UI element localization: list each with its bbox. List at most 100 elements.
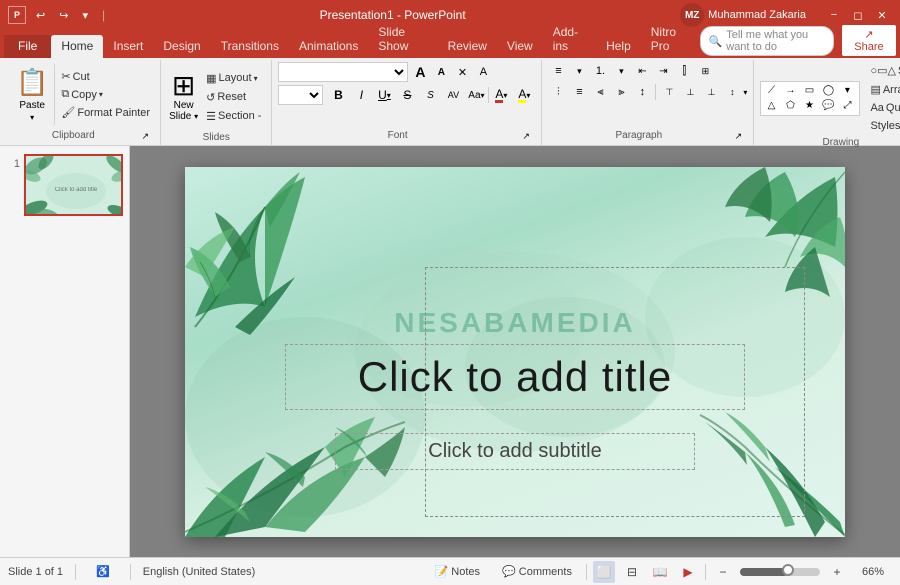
- line-spacing-btn[interactable]: ↕: [722, 83, 742, 101]
- text-direction2-btn[interactable]: ↕: [632, 83, 652, 101]
- tab-transitions[interactable]: Transitions: [211, 35, 289, 58]
- shape-oval[interactable]: ◯: [820, 84, 836, 98]
- title-placeholder-text: Click to add title: [358, 353, 672, 400]
- num-list-btn[interactable]: 1.: [590, 62, 610, 80]
- copy-button[interactable]: ⧉ Copy ▾: [57, 86, 154, 103]
- title-placeholder-box[interactable]: Click to add title: [285, 344, 745, 410]
- align-left-btn[interactable]: ⫶: [548, 83, 568, 101]
- align-bottom-btn[interactable]: ⊥: [701, 83, 721, 101]
- smart-art-btn[interactable]: ⊞: [695, 62, 715, 80]
- shapes-button[interactable]: ○▭△ Shapes: [866, 62, 900, 79]
- tab-view[interactable]: View: [497, 35, 543, 58]
- new-slide-button[interactable]: ⊞ New Slide ▾: [167, 70, 200, 124]
- shape-connector[interactable]: ⤢: [839, 99, 855, 113]
- align-right-btn[interactable]: ⫷: [590, 83, 610, 101]
- tab-file[interactable]: File: [4, 35, 51, 58]
- shape-callout[interactable]: 💬: [820, 99, 836, 113]
- notes-button[interactable]: 📝 Notes: [427, 563, 489, 580]
- highlight-color-button[interactable]: A ▾: [513, 85, 535, 105]
- increase-indent-btn[interactable]: ⇥: [653, 62, 673, 80]
- align-middle-btn[interactable]: ⊥: [680, 83, 700, 101]
- slide-show-btn[interactable]: ▶: [677, 561, 699, 583]
- normal-view-btn[interactable]: ⬜: [593, 561, 615, 583]
- tab-help[interactable]: Help: [596, 35, 641, 58]
- zoom-in-btn[interactable]: +: [826, 561, 848, 583]
- align-center-btn[interactable]: ≡: [569, 83, 589, 101]
- font-size-select[interactable]: [278, 85, 323, 105]
- undo-quick-btn[interactable]: ↩: [32, 7, 49, 24]
- comments-button[interactable]: 💬 Comments: [494, 563, 580, 580]
- clear-format-btn[interactable]: ✕: [452, 63, 472, 81]
- shape-line[interactable]: ⟋: [763, 84, 779, 98]
- tab-home[interactable]: Home: [51, 35, 103, 58]
- increase-font-btn[interactable]: A: [431, 63, 451, 81]
- editing-canvas[interactable]: NESABAMEDIA Click to add title Click to …: [130, 146, 900, 557]
- window-title: Presentation1 - PowerPoint: [105, 8, 680, 22]
- font-name-select[interactable]: [278, 62, 408, 82]
- decrease-indent-btn[interactable]: ⇤: [632, 62, 652, 80]
- section-button[interactable]: ☰ Section -: [202, 108, 265, 125]
- font-dialog-btn[interactable]: ↗: [517, 127, 536, 145]
- quick-styles-button[interactable]: Aa Quick: [866, 100, 900, 116]
- zoom-thumb[interactable]: [782, 564, 794, 576]
- tab-animations[interactable]: Animations: [289, 35, 368, 58]
- shape-arrow[interactable]: →: [782, 84, 798, 98]
- paste-icon: 📋: [16, 67, 48, 98]
- bold-button[interactable]: B: [327, 85, 349, 105]
- zoom-slider[interactable]: [740, 568, 820, 576]
- paragraph-dialog-btn[interactable]: ↗: [729, 127, 747, 145]
- tab-addins[interactable]: Add-ins: [543, 21, 596, 58]
- redo-quick-btn[interactable]: ↪: [55, 7, 72, 24]
- shape-star[interactable]: ★: [801, 99, 817, 113]
- accessibility-btn[interactable]: ♿: [88, 563, 118, 580]
- paste-button[interactable]: 📋 Paste ▾: [10, 63, 55, 126]
- quick-styles2-button[interactable]: Styles ▾: [866, 118, 900, 134]
- minimize-button[interactable]: −: [824, 5, 844, 25]
- shape-triangle[interactable]: △: [763, 99, 779, 113]
- change-case-button[interactable]: Aa▾: [465, 85, 487, 105]
- tab-nitro[interactable]: Nitro Pro: [641, 21, 700, 58]
- format-painter-button[interactable]: 🖌 Format Painter: [57, 104, 154, 121]
- strikethrough-button[interactable]: S: [396, 85, 418, 105]
- customize-qat-btn[interactable]: ▾: [78, 7, 92, 24]
- tell-me-input[interactable]: 🔍 Tell me what you want to do: [700, 26, 834, 56]
- tab-insert[interactable]: Insert: [103, 35, 153, 58]
- decrease-font-btn[interactable]: A: [410, 63, 430, 81]
- font-color-button[interactable]: A ▾: [490, 85, 512, 105]
- text-direction-btn[interactable]: A: [473, 63, 493, 81]
- tab-design[interactable]: Design: [153, 35, 210, 58]
- tab-review[interactable]: Review: [438, 35, 497, 58]
- underline-button[interactable]: U▾: [373, 85, 395, 105]
- bullet-list-btn[interactable]: ≡: [548, 62, 568, 80]
- slide-sorter-btn[interactable]: ⊟: [621, 561, 643, 583]
- zoom-out-btn[interactable]: −: [712, 561, 734, 583]
- ribbon: 📋 Paste ▾ ✂ Cut ⧉ Copy ▾ 🖌 Format Painte…: [0, 58, 900, 146]
- clipboard-dialog-btn[interactable]: ↗: [137, 127, 155, 145]
- reset-button[interactable]: ↺ Reset: [202, 89, 265, 106]
- tab-slideshow[interactable]: Slide Show: [368, 21, 437, 58]
- justify-btn[interactable]: ⫸: [611, 83, 631, 101]
- reading-view-btn[interactable]: 📖: [649, 561, 671, 583]
- char-spacing-button[interactable]: AV: [442, 85, 464, 105]
- italic-button[interactable]: I: [350, 85, 372, 105]
- num-list2-btn[interactable]: ▾: [611, 62, 631, 80]
- cols-btn[interactable]: ⫿: [674, 62, 694, 80]
- align-top-btn[interactable]: ⊤: [659, 83, 679, 101]
- bullet-list2-btn[interactable]: ▾: [569, 62, 589, 80]
- subtitle-placeholder-box[interactable]: Click to add subtitle: [335, 433, 695, 470]
- share-button[interactable]: ↗ Share: [842, 25, 896, 56]
- shape-more[interactable]: ▾: [839, 84, 855, 98]
- shape-rect[interactable]: ▭: [801, 84, 817, 98]
- close-button[interactable]: ✕: [872, 5, 892, 25]
- cut-button[interactable]: ✂ Cut: [57, 68, 154, 85]
- slide-thumb-inner: Click to add title: [26, 156, 121, 214]
- layout-button[interactable]: ▦ Layout ▾: [202, 70, 265, 87]
- zoom-level-btn[interactable]: 66%: [854, 564, 892, 580]
- arrange-button[interactable]: ▤ Arrange ▾: [866, 81, 900, 98]
- shadow-button[interactable]: S: [419, 85, 441, 105]
- shape-pentagon[interactable]: ⬠: [782, 99, 798, 113]
- font-row-2: B I U▾ S S AV Aa▾ A ▾ A ▾: [278, 85, 535, 105]
- slide-1-thumbnail[interactable]: Click to add title: [24, 154, 123, 216]
- shapes-grid: ⟋ → ▭ ◯ ▾ △ ⬠ ★ 💬 ⤢: [760, 81, 860, 116]
- restore-button[interactable]: ◻: [848, 5, 868, 25]
